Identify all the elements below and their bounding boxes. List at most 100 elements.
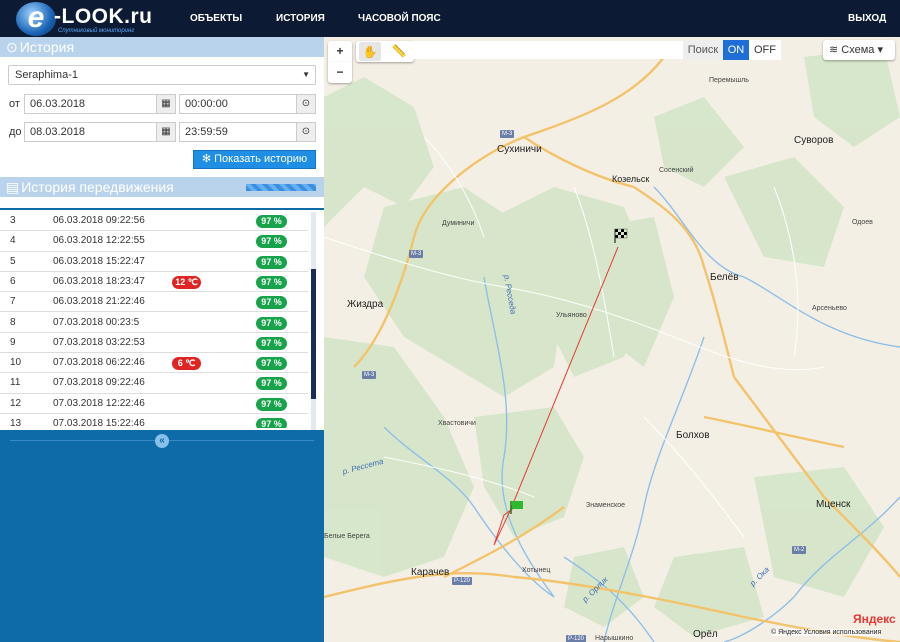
history-panel: ⊙ История Seraphima-1 ▼ от 06.03.2018 ▦ 0…	[0, 37, 324, 642]
loading-progress-bar	[246, 184, 316, 191]
table-row[interactable]: 4 06.03.2018 12:22:55 97 %	[0, 231, 308, 252]
zoom-in-button[interactable]: +	[328, 41, 352, 62]
map-tools: ✋ 📏	[356, 41, 414, 62]
logout-link[interactable]: ВЫХОД	[848, 0, 886, 37]
map-view[interactable]: Перемышль Сухиничи Козельск Сосенский Суворо…	[324, 37, 900, 642]
logo-tagline: Спутниковый мониторинг	[58, 28, 135, 34]
map-place-label: Думиничи	[442, 220, 475, 227]
map-place-label: Мценск	[816, 499, 851, 510]
row-number: 13	[10, 418, 22, 428]
map-place-label: Белёв	[710, 272, 739, 283]
temperature-badge: 6 ℃	[172, 357, 201, 371]
toggle-on-button[interactable]: ON	[723, 40, 749, 60]
nav-objects[interactable]: ОБЪЕКТЫ	[190, 0, 242, 37]
battery-badge: 97 %	[256, 418, 287, 428]
table-row[interactable]: 10 07.03.2018 06:22:46 6 ℃ 97 %	[0, 353, 308, 374]
map-place-label: Болхов	[676, 430, 710, 441]
chevron-down-icon: ▼	[302, 70, 310, 79]
battery-badge: 97 %	[256, 235, 287, 249]
history-header: ⊙ История	[0, 37, 324, 57]
road-shield: Р-120	[566, 635, 587, 642]
collapse-panel-icon[interactable]: «	[155, 434, 169, 448]
nav-timezone[interactable]: ЧАСОВОЙ ПОЯС	[358, 0, 441, 37]
table-row[interactable]: 3 06.03.2018 09:22:56 97 %	[0, 211, 308, 232]
table-row[interactable]: 7 06.03.2018 21:22:46 97 %	[0, 292, 308, 313]
row-number: 4	[10, 235, 16, 247]
road-shield: М-3	[409, 250, 424, 258]
temperature-badge: 12 ℃	[172, 275, 201, 289]
from-date-input[interactable]: 06.03.2018	[24, 94, 158, 114]
map-place-label: Арсеньево	[812, 305, 847, 312]
row-number: 12	[10, 397, 22, 409]
battery-badge: 97 %	[256, 296, 287, 310]
row-number: 7	[10, 296, 16, 308]
clock-icon: ⊙	[6, 39, 18, 55]
table-row[interactable]: 5 06.03.2018 15:22:47 97 %	[0, 252, 308, 272]
map-place-label: Жиздра	[347, 299, 384, 310]
table-row[interactable]: 13 07.03.2018 15:22:46 97 %	[0, 414, 308, 428]
row-timestamp: 06.03.2018 21:22:46	[53, 296, 145, 308]
toggle-off-button[interactable]: OFF	[749, 40, 781, 60]
to-time-input[interactable]: 23:59:59	[179, 122, 297, 142]
document-icon: ▤	[6, 179, 20, 195]
map-place-label: Козельск	[612, 174, 650, 184]
clock-icon[interactable]: ⊙	[296, 94, 316, 114]
movement-table: 3 06.03.2018 09:22:56 97 % 4 06.03.2018 12:2…	[0, 208, 324, 428]
ruler-icon[interactable]: 📏	[388, 41, 410, 61]
from-time-input[interactable]: 00:00:00	[179, 94, 297, 114]
row-timestamp: 07.03.2018 00:23:5	[53, 316, 140, 328]
show-history-button[interactable]: ✻ Показать историю	[193, 150, 316, 169]
row-timestamp: 07.03.2018 12:22:46	[53, 397, 145, 409]
map-place-label: Орёл	[693, 629, 718, 640]
map-attribution[interactable]: © Яндекс Условия использования	[771, 629, 882, 636]
scrollbar-thumb[interactable]	[311, 269, 316, 399]
road-shield: Р-120	[452, 577, 473, 585]
caret-down-icon: ▾	[877, 44, 883, 56]
zoom-out-button[interactable]: −	[328, 62, 352, 83]
calendar-icon[interactable]: ▦	[156, 122, 176, 142]
show-history-label: Показать историю	[214, 153, 308, 165]
map-place-label: Сухиничи	[497, 144, 542, 155]
table-row[interactable]: 8 07.03.2018 00:23:5 97 %	[0, 313, 308, 333]
clock-icon[interactable]: ⊙	[296, 122, 316, 142]
map-place-label: Сосенский	[659, 167, 694, 174]
hand-icon[interactable]: ✋	[359, 42, 381, 61]
to-date-input[interactable]: 08.03.2018	[24, 122, 158, 142]
row-timestamp: 06.03.2018 09:22:56	[53, 215, 145, 226]
road-shield: М-2	[792, 546, 807, 554]
table-row[interactable]: 11 07.03.2018 09:22:46 97 %	[0, 373, 308, 394]
object-select[interactable]: Seraphima-1 ▼	[8, 65, 316, 85]
history-title: История	[19, 39, 75, 55]
row-timestamp: 07.03.2018 03:22:53	[53, 336, 145, 348]
yandex-brand: Яндекс	[853, 612, 896, 626]
table-row[interactable]: 9 07.03.2018 03:22:53 97 %	[0, 333, 308, 354]
row-number: 3	[10, 215, 16, 226]
site-logo[interactable]: e -LOOK.ru Спутниковый мониторинг	[14, 2, 164, 36]
map-place-label: Одоев	[852, 219, 873, 226]
row-number: 6	[10, 275, 16, 287]
row-timestamp: 07.03.2018 15:22:46	[53, 418, 145, 428]
gear-icon: ✻	[201, 153, 212, 165]
layer-switcher-button[interactable]: ≋ Схема ▾	[823, 40, 895, 60]
table-row[interactable]: 6 06.03.2018 18:23:47 12 ℃ 97 %	[0, 272, 308, 293]
map-place-label: Хотынец	[522, 567, 551, 574]
map-place-label: Знаменское	[586, 502, 625, 509]
map-place-label: Ульяново	[556, 312, 587, 319]
row-timestamp: 06.03.2018 12:22:55	[53, 235, 145, 247]
map-canvas	[324, 47, 900, 642]
panel-footer: «	[0, 430, 324, 642]
row-number: 5	[10, 255, 16, 267]
table-row[interactable]: 12 07.03.2018 12:22:46 97 %	[0, 394, 308, 414]
map-place-label: Карачев	[411, 567, 450, 578]
battery-badge: 97 %	[256, 316, 287, 330]
battery-badge: 97 %	[256, 336, 287, 350]
calendar-icon[interactable]: ▦	[156, 94, 176, 114]
battery-badge: 97 %	[256, 255, 287, 269]
nav-history[interactable]: ИСТОРИЯ	[276, 0, 325, 37]
battery-badge: 97 %	[256, 275, 287, 289]
battery-badge: 97 %	[256, 215, 287, 228]
map-place-label: Хвастовичи	[438, 420, 476, 427]
layer-label: Схема	[841, 44, 875, 56]
row-number: 9	[10, 336, 16, 348]
row-number: 11	[10, 377, 21, 389]
